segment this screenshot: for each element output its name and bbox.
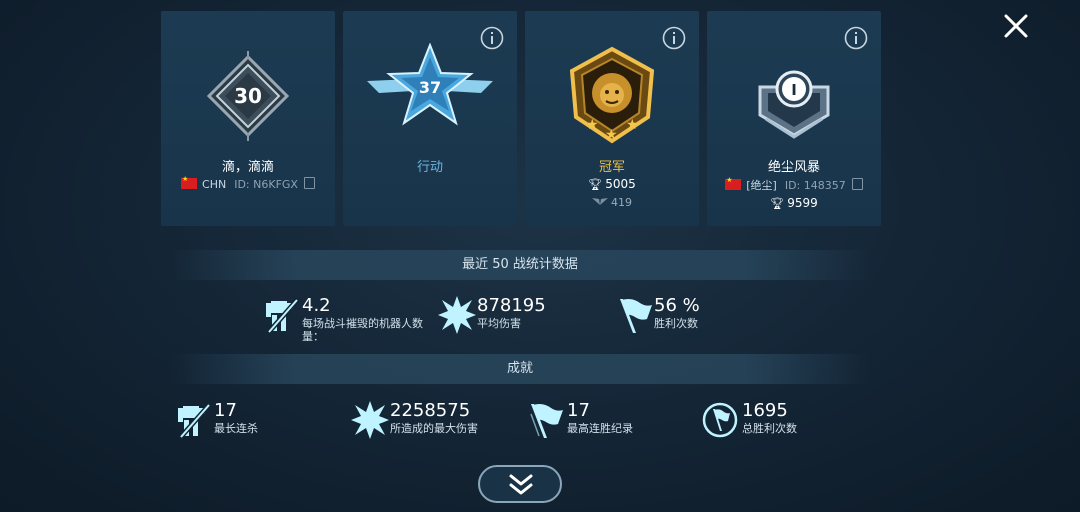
robot-kill-icon bbox=[178, 402, 212, 440]
achievement-total-wins: 1695 总胜利次数 bbox=[702, 400, 832, 446]
copy-icon[interactable] bbox=[851, 178, 863, 190]
league-sub: 419 bbox=[525, 196, 699, 209]
stat-label-line2: 量： bbox=[302, 330, 324, 343]
clan-trophies-value: 9599 bbox=[787, 196, 818, 210]
stat-label: 平均伤害 bbox=[477, 317, 521, 330]
clan-name: 绝尘风暴 bbox=[767, 160, 820, 175]
stat-average-damage: 878195 平均伤害 bbox=[437, 295, 587, 341]
clan-badge-text: I bbox=[791, 81, 797, 99]
player-id: ID: N6KFGX bbox=[234, 178, 298, 191]
stat-win-rate: 56 % 胜利次数 bbox=[614, 295, 734, 341]
svg-text:★: ★ bbox=[626, 117, 639, 133]
league-name: 冠军 bbox=[598, 160, 625, 175]
league-card[interactable]: ★ ★ ★ 冠军 🏆︎ 5005 419 bbox=[525, 11, 699, 226]
achievement-value: 2258575 bbox=[390, 400, 471, 421]
clan-tag: [绝尘] bbox=[746, 179, 777, 192]
player-country: CHN bbox=[202, 178, 227, 191]
player-card[interactable]: 30 滴，滴滴 CHN ID: N6KFGX bbox=[161, 11, 335, 226]
player-level-text: 30 bbox=[234, 84, 262, 108]
achievement-max-damage: 2258575 所造成的最大伤害 bbox=[350, 400, 510, 446]
achievement-label: 总胜利次数 bbox=[742, 422, 797, 435]
svg-text:★: ★ bbox=[586, 117, 599, 133]
league-sub-value: 419 bbox=[611, 196, 632, 209]
stat-value: 878195 bbox=[477, 295, 546, 316]
league-trophies: 🏆︎ 5005 bbox=[525, 177, 699, 191]
trophy-icon: 🏆︎ bbox=[770, 197, 785, 210]
rank-card[interactable]: 37 行动 bbox=[343, 11, 517, 226]
svg-text:★: ★ bbox=[605, 127, 618, 143]
clan-meta: [绝尘] ID: 148357 bbox=[707, 176, 881, 193]
player-meta: CHN ID: N6KFGX bbox=[161, 175, 335, 191]
clan-badge: I bbox=[756, 69, 832, 145]
stat-label: 每场战斗摧毁的机器人数 量： bbox=[302, 317, 423, 343]
china-flag-icon bbox=[181, 175, 198, 189]
achievement-win-streak: 17 最高连胜纪录 bbox=[527, 400, 667, 446]
close-icon bbox=[1004, 14, 1028, 38]
rank-level-text: 37 bbox=[419, 78, 441, 97]
robot-kill-icon bbox=[266, 297, 300, 335]
wings-icon bbox=[592, 198, 608, 205]
player-level-badge: 30 bbox=[203, 51, 293, 145]
info-icon[interactable] bbox=[844, 26, 868, 50]
explosion-icon bbox=[351, 401, 389, 439]
double-chevron-down-icon bbox=[509, 474, 533, 495]
flag-icon bbox=[620, 299, 652, 333]
player-name: 滴，滴滴 bbox=[221, 160, 274, 175]
flag-circle-icon bbox=[702, 402, 738, 438]
clan-card[interactable]: I 绝尘风暴 [绝尘] ID: 148357 🏆︎9599 bbox=[707, 11, 881, 226]
achievement-value: 17 bbox=[567, 400, 590, 421]
stat-label-line1: 每场战斗摧毁的机器人数 bbox=[302, 317, 423, 330]
rank-star-badge: 37 bbox=[365, 42, 495, 131]
achievement-label: 最长连杀 bbox=[214, 422, 258, 435]
stat-label: 胜利次数 bbox=[654, 317, 698, 330]
achievement-label: 所造成的最大伤害 bbox=[390, 422, 478, 435]
info-icon[interactable] bbox=[662, 26, 686, 50]
champion-lion-badge: ★ ★ ★ bbox=[566, 45, 658, 149]
league-trophies-value: 5005 bbox=[605, 177, 636, 191]
clan-id: ID: 148357 bbox=[784, 179, 846, 192]
achievement-label: 最高连胜纪录 bbox=[567, 422, 633, 435]
stat-robots-destroyed: 4.2 每场战斗摧毁的机器人数 量： bbox=[262, 295, 442, 343]
copy-icon[interactable] bbox=[303, 177, 315, 189]
stat-value: 4.2 bbox=[302, 295, 331, 316]
achievements-header: 成就 bbox=[170, 354, 870, 384]
china-flag-icon bbox=[725, 176, 742, 190]
achievement-value: 1695 bbox=[742, 400, 788, 421]
rank-name: 行动 bbox=[416, 160, 443, 175]
recent-stats-header: 最近 50 战统计数据 bbox=[170, 250, 870, 280]
explosion-icon bbox=[438, 296, 476, 334]
achievement-killstreak: 17 最长连杀 bbox=[174, 400, 294, 446]
multi-flag-icon bbox=[530, 404, 563, 438]
clan-trophies: 🏆︎ 9599 bbox=[707, 196, 881, 210]
stat-value: 56 % bbox=[654, 295, 700, 316]
achievement-value: 17 bbox=[214, 400, 237, 421]
trophy-icon: 🏆︎ bbox=[588, 178, 603, 191]
expand-button[interactable] bbox=[478, 465, 562, 503]
close-button[interactable] bbox=[1000, 10, 1032, 42]
